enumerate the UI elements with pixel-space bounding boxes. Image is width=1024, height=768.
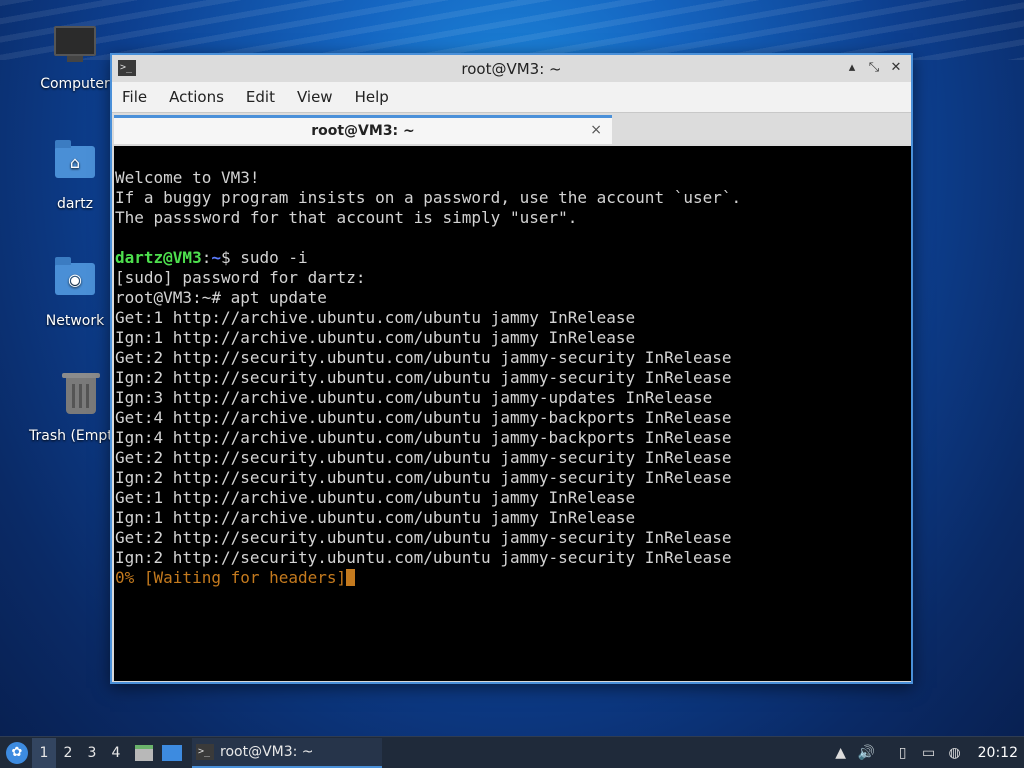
minimize-button[interactable]: ▴ [843,59,861,77]
window-title: root@VM3: ~ [461,59,562,78]
clock[interactable]: 20:12 [978,745,1018,761]
show-desktop-icon [162,744,182,761]
menu-view[interactable]: View [297,88,333,106]
wallpaper-ripple [0,0,1024,60]
prompt-command: $ sudo -i [220,248,308,267]
terminal-line: Ign:1 http://archive.ubuntu.com/ubuntu j… [115,328,636,347]
lubuntu-logo-icon: ✿ [6,741,28,764]
terminal-line: Get:1 http://archive.ubuntu.com/ubuntu j… [115,488,636,507]
prompt-user: dartz@VM3 [115,248,202,267]
update-notifier-icon[interactable]: ▲ [828,738,854,768]
volume-icon[interactable]: 🔊 [854,738,880,768]
terminal-line: [sudo] password for dartz: [115,268,366,287]
terminal-line: Welcome to VM3! [115,168,260,187]
workspace-1[interactable]: 1 [32,737,56,768]
menu-help[interactable]: Help [355,88,389,106]
trash-icon [59,373,103,422]
terminal-line: Get:1 http://archive.ubuntu.com/ubuntu j… [115,308,636,327]
terminal-line: root@VM3:~# apt update [115,288,327,307]
tab-bar: root@VM3: ~ × [112,112,911,144]
clipboard-icon[interactable]: ▯ [890,738,916,768]
tab-close-icon[interactable]: × [590,122,602,138]
workspace-3[interactable]: 3 [80,738,104,768]
terminal-task-icon: >_ [196,743,214,760]
computer-icon [53,26,97,70]
terminal-output[interactable]: Welcome to VM3! If a buggy program insist… [114,146,911,681]
terminal-window: >_ root@VM3: ~ ▴ ⤡ ✕ File Actions Edit V… [110,53,913,684]
menu-edit[interactable]: Edit [246,88,275,106]
network-folder-icon: ◉ [53,257,97,307]
apt-progress-status: 0% [Waiting for headers] [115,568,347,587]
taskbar: ✿ 1 2 3 4 >_ root@VM3: ~ ▲ 🔊 ▯ ▭ ◍ 20:12 [0,736,1024,768]
terminal-line: Ign:3 http://archive.ubuntu.com/ubuntu j… [115,388,713,407]
window-titlebar[interactable]: >_ root@VM3: ~ ▴ ⤡ ✕ [112,55,911,82]
terminal-line: Ign:2 http://security.ubuntu.com/ubuntu … [115,368,732,387]
terminal-cursor [346,569,356,586]
app-menu-button[interactable]: ✿ [2,738,32,768]
network-icon[interactable]: ▭ [916,738,942,768]
terminal-line: Get:2 http://security.ubuntu.com/ubuntu … [115,348,732,367]
workspace-2[interactable]: 2 [56,738,80,768]
terminal-app-icon[interactable]: >_ [118,60,136,76]
terminal-line: If a buggy program insists on a password… [115,188,742,207]
terminal-line: Ign:4 http://archive.ubuntu.com/ubuntu j… [115,428,732,447]
maximize-button[interactable]: ⤡ [865,59,883,77]
tab-label: root@VM3: ~ [311,123,415,139]
tab-terminal[interactable]: root@VM3: ~ × [114,115,612,144]
terminal-line: Ign:2 http://security.ubuntu.com/ubuntu … [115,548,732,567]
file-manager-launcher[interactable] [132,738,156,768]
terminal-line: Get:4 http://archive.ubuntu.com/ubuntu j… [115,408,732,427]
menu-file[interactable]: File [122,88,147,106]
home-folder-icon: ⌂ [53,140,97,190]
file-manager-icon [135,744,153,761]
terminal-line: Ign:1 http://archive.ubuntu.com/ubuntu j… [115,508,636,527]
terminal-progress-line: 0% [Waiting for headers] [115,568,911,588]
workspace-4[interactable]: 4 [104,738,128,768]
prompt-path: ~ [211,248,221,267]
taskbar-task-terminal[interactable]: >_ root@VM3: ~ [192,737,382,768]
task-label: root@VM3: ~ [220,743,314,760]
terminal-line: Get:2 http://security.ubuntu.com/ubuntu … [115,528,732,547]
show-desktop-button[interactable] [160,738,184,768]
menu-actions[interactable]: Actions [169,88,224,106]
close-button[interactable]: ✕ [887,59,905,77]
terminal-line: The passsword for that account is simply… [115,208,578,227]
menubar: File Actions Edit View Help [112,82,911,112]
power-manager-icon[interactable]: ◍ [942,738,968,768]
terminal-line: Ign:2 http://security.ubuntu.com/ubuntu … [115,468,732,487]
system-tray: ▲ 🔊 ▯ ▭ ◍ 20:12 [828,738,1024,768]
terminal-line: Get:2 http://security.ubuntu.com/ubuntu … [115,448,732,467]
prompt-colon: : [201,248,212,267]
terminal-prompt-line: dartz@VM3:~$ sudo -i [115,248,911,268]
